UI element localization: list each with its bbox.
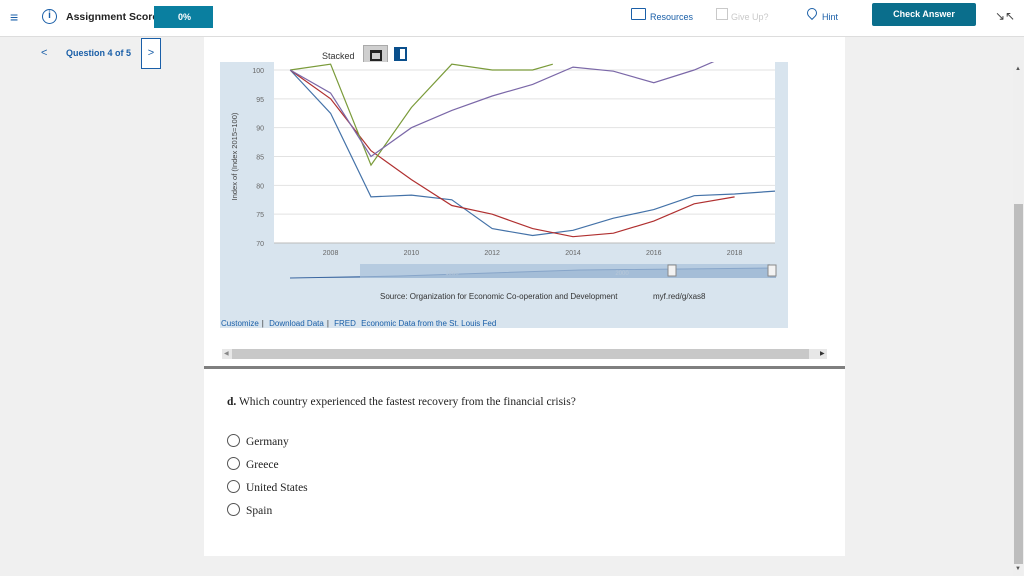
radio-button[interactable] <box>227 457 240 470</box>
download-data-link[interactable]: Download Data <box>269 319 324 328</box>
y-tick-label: 80 <box>256 183 264 190</box>
fred-description[interactable]: Economic Data from the St. Louis Fed <box>358 319 496 328</box>
radio-button[interactable] <box>227 480 240 493</box>
flag-icon <box>716 8 728 20</box>
option-label: United States <box>246 482 308 494</box>
line-chart: 100 95 90 85 80 75 70 2008 2010 2012 2014 2016 2018 I… <box>230 62 777 279</box>
fred-link[interactable]: FRED <box>334 319 356 328</box>
y-tick-label: 90 <box>256 126 264 133</box>
collapse-icon[interactable]: ↘↖ <box>995 9 1015 23</box>
navigator-label: 1980 <box>445 271 459 277</box>
y-tick-label: 85 <box>256 155 264 162</box>
x-tick-label: 2010 <box>404 250 420 257</box>
hint-button[interactable]: Hint <box>822 12 838 22</box>
x-tick-label: 2018 <box>727 250 743 257</box>
navigator-mask <box>360 264 770 278</box>
option-label: Spain <box>246 505 273 517</box>
navigator-handle-right <box>767 264 777 277</box>
x-tick-label: 2008 <box>323 250 339 257</box>
question-prompt: d. Which country experienced the fastest… <box>227 396 576 408</box>
scroll-up-icon[interactable]: ▲ <box>1015 66 1021 72</box>
previous-question-icon[interactable]: < <box>41 47 47 59</box>
check-answer-button[interactable]: Check Answer <box>872 3 976 26</box>
chart-url: myf.red/g/xas8 <box>653 292 706 301</box>
question-counter: Question 4 of 5 <box>66 48 132 58</box>
vertical-scroll-thumb[interactable] <box>1014 204 1023 564</box>
y-tick-label: 95 <box>256 97 264 104</box>
folder-icon[interactable] <box>631 8 646 20</box>
split-view-button[interactable] <box>394 47 407 61</box>
chart-links: Customize | Download Data | FRED Economic … <box>221 319 497 328</box>
give-up-button: Give Up? <box>731 12 769 22</box>
next-question-button[interactable]: > <box>141 38 161 69</box>
assignment-score-label: Assignment Score: <box>66 11 162 23</box>
y-axis-label: Index of (Index 2015=100) <box>230 112 239 200</box>
x-tick-label: 2014 <box>565 250 581 257</box>
option-greece[interactable]: Greece <box>227 457 279 471</box>
chart-source: Source: Organization for Economic Co-ope… <box>380 292 618 301</box>
customize-link[interactable]: Customize <box>221 319 259 328</box>
x-tick-label: 2016 <box>646 250 662 257</box>
scroll-right-icon[interactable]: ▶ <box>820 350 825 357</box>
question-text: Which country experienced the fastest re… <box>238 396 576 408</box>
score-badge: 0% <box>154 6 213 28</box>
section-divider <box>204 366 845 369</box>
radio-button[interactable] <box>227 503 240 516</box>
option-germany[interactable]: Germany <box>227 434 289 448</box>
question-letter: d. <box>227 396 237 408</box>
navigator-handle-left <box>667 264 677 277</box>
x-tick-label: 2012 <box>484 250 500 257</box>
option-spain[interactable]: Spain <box>227 503 272 517</box>
y-tick-label: 100 <box>252 68 264 75</box>
menu-icon[interactable]: ≡ <box>10 9 18 25</box>
option-label: Germany <box>246 436 289 448</box>
y-tick-label: 70 <box>256 241 264 248</box>
y-tick-label: 75 <box>256 212 264 219</box>
radio-button[interactable] <box>227 434 240 447</box>
option-united-states[interactable]: United States <box>227 480 308 494</box>
scroll-left-icon[interactable]: ◀ <box>224 350 229 357</box>
stacked-label: Stacked <box>322 51 355 61</box>
horizontal-scroll-thumb[interactable] <box>232 349 809 359</box>
resources-button[interactable]: Resources <box>650 12 693 22</box>
scroll-down-icon[interactable]: ▼ <box>1015 566 1021 572</box>
sidebar <box>0 37 36 576</box>
option-label: Greece <box>246 459 279 471</box>
info-icon[interactable]: i <box>42 9 57 24</box>
navigator-label: 2000 <box>615 271 629 277</box>
